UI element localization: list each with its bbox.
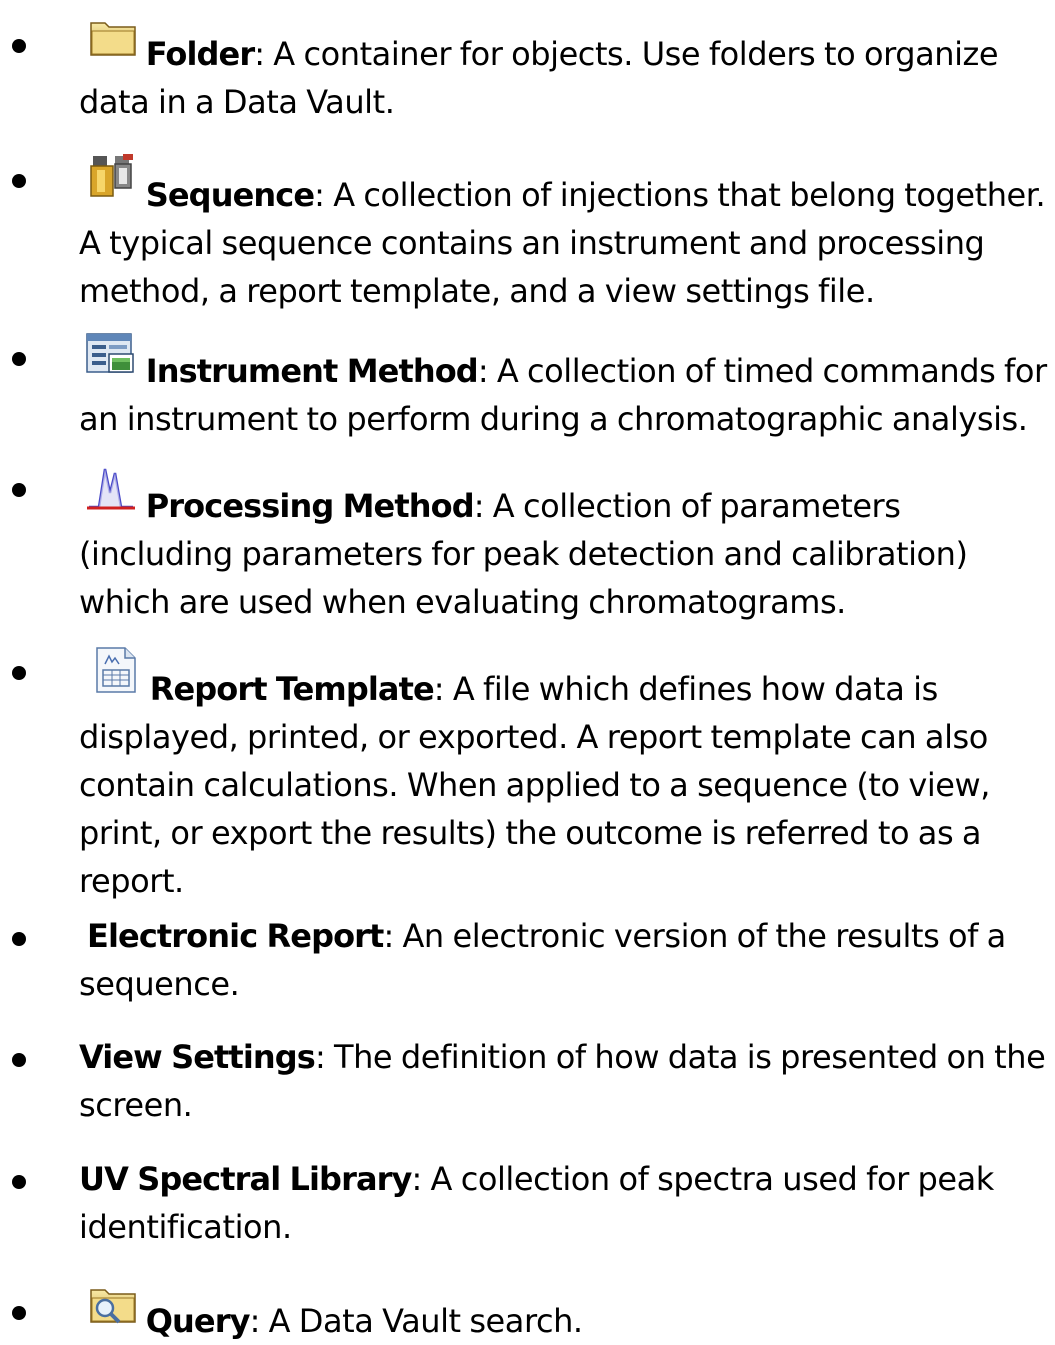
term-label: Processing Method (145, 487, 475, 525)
bullet (12, 1175, 26, 1189)
term-label: Folder (145, 35, 255, 73)
bullet (12, 352, 26, 366)
processing-method-icon (85, 463, 137, 511)
bullet (12, 666, 26, 680)
term-label: View Settings (79, 1038, 316, 1076)
bullet (12, 483, 26, 497)
bullet (12, 174, 26, 188)
term-description: : A Data Vault search. (249, 1302, 584, 1340)
term-label: UV Spectral Library (79, 1160, 412, 1198)
folder-icon (89, 19, 137, 57)
term-label: Sequence (145, 176, 315, 214)
term-label: Electronic Report (87, 917, 384, 955)
bullet (12, 1053, 26, 1067)
term-label: Instrument Method (145, 352, 479, 390)
term-label: Report Template (149, 670, 435, 708)
sequence-icon (89, 154, 137, 198)
bullet (12, 39, 26, 53)
term-label: Query (145, 1302, 251, 1340)
instrument-method-icon (85, 332, 137, 376)
bullet (12, 1306, 26, 1320)
bullet (12, 932, 26, 946)
report-template-icon (93, 646, 141, 694)
query-icon (89, 1286, 137, 1326)
